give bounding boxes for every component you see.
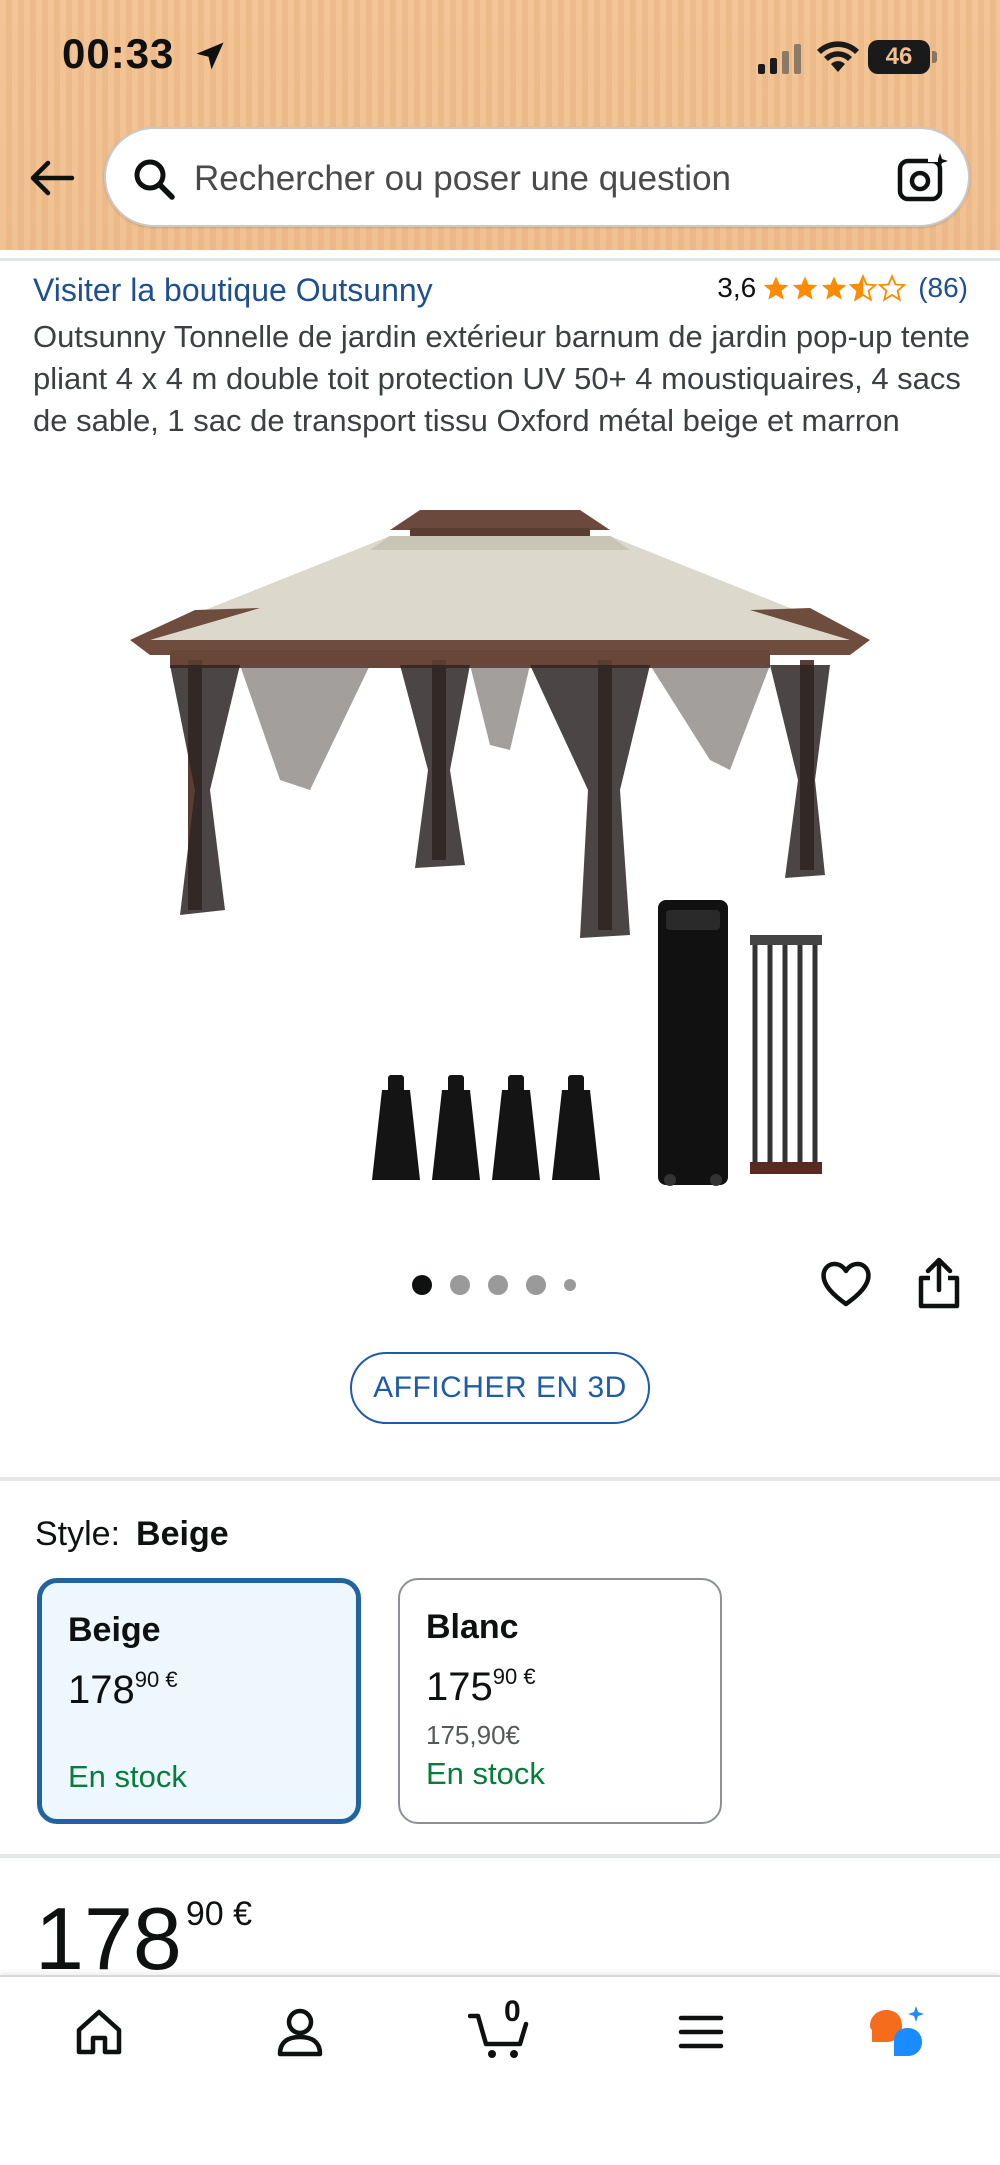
review-count: (86) xyxy=(918,272,968,303)
option-price-fraction: 90 € xyxy=(492,1664,536,1689)
battery-nub xyxy=(932,51,937,63)
home-icon xyxy=(76,2009,122,2055)
style-label: Style: Beige xyxy=(35,1515,229,1554)
style-label-text: Style: xyxy=(35,1515,121,1553)
price-fraction: 90 € xyxy=(185,1895,253,1933)
carousel-dot[interactable] xyxy=(412,1275,432,1295)
wifi-icon xyxy=(817,41,859,72)
back-button[interactable] xyxy=(24,150,80,206)
rating[interactable]: 3,6 (86) xyxy=(717,272,968,304)
cellular-signal-icon xyxy=(758,44,801,74)
nav-home[interactable] xyxy=(64,1997,134,2067)
nav-account[interactable] xyxy=(265,1997,335,2067)
star-empty-icon xyxy=(878,274,907,302)
star-full-icon xyxy=(763,276,789,300)
arrow-left-icon xyxy=(30,160,75,196)
status-bar: 00:33 46 xyxy=(0,0,1000,110)
option-stock: En stock xyxy=(426,1756,545,1791)
menu-icon xyxy=(678,2015,724,2049)
carousel-dot[interactable] xyxy=(526,1275,546,1295)
account-icon xyxy=(277,2008,323,2057)
nav-rufus[interactable] xyxy=(862,1997,932,2067)
camera-search-icon[interactable] xyxy=(896,151,950,205)
option-name: Blanc xyxy=(426,1608,519,1646)
option-price: 17590 € xyxy=(426,1664,536,1710)
product-image[interactable] xyxy=(110,490,890,1210)
option-price-whole: 178 xyxy=(68,1668,135,1712)
nav-cart[interactable]: 0 xyxy=(466,1995,536,2067)
cart-count: 0 xyxy=(504,1995,521,2028)
search-placeholder: Rechercher ou poser une question xyxy=(194,159,732,198)
style-selected-value: Beige xyxy=(136,1515,229,1553)
heart-icon[interactable] xyxy=(818,1256,874,1312)
option-name: Beige xyxy=(68,1611,161,1649)
carousel-dot[interactable] xyxy=(450,1275,470,1295)
header: 00:33 46 Rechercher ou poser une questio… xyxy=(0,0,1000,250)
carousel-dot[interactable] xyxy=(488,1275,508,1295)
share-icon[interactable] xyxy=(914,1256,964,1312)
rufus-icon xyxy=(870,2006,924,2056)
star-full-icon xyxy=(792,276,818,300)
option-reference-price: 175,90€ xyxy=(426,1720,520,1750)
clock: 00:33 xyxy=(62,30,175,77)
product-title: Outsunny Tonnelle de jardin extérieur ba… xyxy=(33,319,970,438)
view-in-3d-button[interactable]: AFFICHER EN 3D xyxy=(350,1352,650,1424)
rating-value: 3,6 xyxy=(717,272,757,303)
star-full-icon xyxy=(821,276,847,300)
style-option-blanc[interactable]: Blanc 17590 € 175,90€ En stock xyxy=(398,1578,722,1824)
option-price: 17890 € xyxy=(68,1667,178,1713)
price-whole: 178 xyxy=(35,1889,182,1988)
battery-level: 46 xyxy=(868,40,930,74)
product-price: 178 90 € xyxy=(35,1895,252,1983)
search-input[interactable]: Rechercher ou poser une question xyxy=(104,127,970,227)
page: 00:33 46 Rechercher ou poser une questio… xyxy=(0,0,1000,2165)
option-price-fraction: 90 € xyxy=(134,1667,178,1692)
option-price-whole: 175 xyxy=(426,1665,493,1709)
location-arrow-icon xyxy=(196,42,224,70)
rating-stars xyxy=(762,274,907,302)
header-divider xyxy=(0,258,1000,261)
image-carousel-dots[interactable] xyxy=(412,1275,576,1295)
carousel-dot[interactable] xyxy=(564,1279,576,1291)
section-divider xyxy=(0,1854,1000,1858)
bottom-nav: 0 xyxy=(0,1975,1000,2165)
star-half-icon xyxy=(849,274,878,302)
style-option-beige[interactable]: Beige 17890 € En stock xyxy=(37,1578,361,1824)
search-icon xyxy=(134,159,175,200)
cart-icon xyxy=(468,2013,529,2058)
battery-icon: 46 xyxy=(868,40,938,74)
battery-percent: 46 xyxy=(885,43,913,70)
nav-menu[interactable] xyxy=(666,1997,736,2067)
store-link[interactable]: Visiter la boutique Outsunny xyxy=(33,272,433,309)
option-stock: En stock xyxy=(68,1759,187,1794)
section-divider xyxy=(0,1477,1000,1481)
